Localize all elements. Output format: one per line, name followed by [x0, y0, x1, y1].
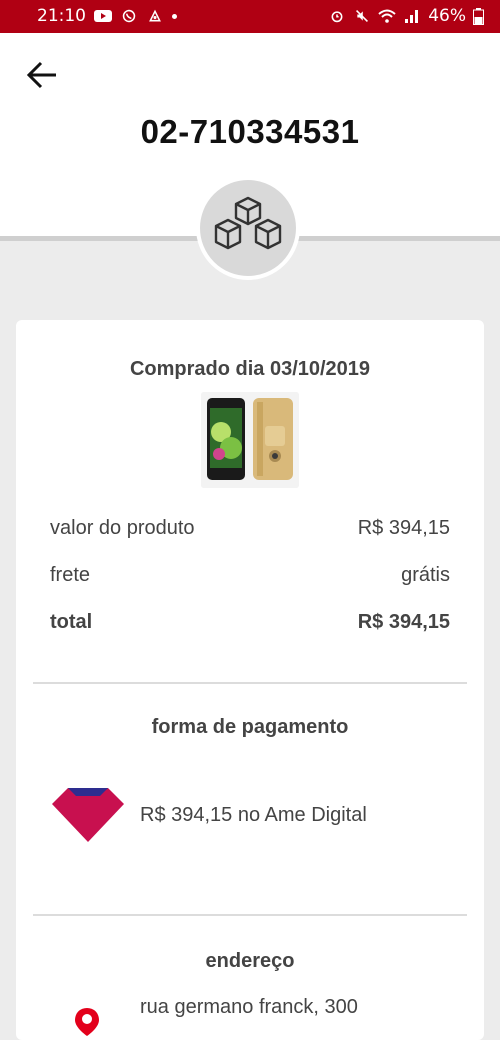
total-value: R$ 394,15	[357, 611, 450, 633]
status-time: 21:10	[37, 6, 86, 26]
wifi-icon	[378, 9, 396, 23]
battery-percent: 46%	[428, 6, 466, 26]
whatsapp-icon	[122, 9, 136, 23]
shipping-value: grátis	[401, 564, 450, 586]
payment-description: R$ 394,15 no Ame Digital	[140, 804, 367, 826]
product-value-amount: R$ 394,15	[357, 517, 450, 539]
shipping-label: frete	[50, 564, 91, 586]
back-arrow-icon[interactable]	[22, 55, 62, 95]
purchase-date: Comprado dia 03/10/2019	[129, 358, 371, 380]
section-divider	[33, 914, 467, 916]
more-notifications-dot-icon	[172, 13, 177, 19]
boxes-icon	[214, 196, 282, 250]
section-divider	[33, 682, 467, 684]
order-number-title: 02-710334531	[140, 113, 360, 150]
location-pin-icon	[75, 1008, 99, 1036]
order-status-badge	[196, 176, 300, 280]
battery-icon	[473, 7, 484, 25]
mute-icon	[356, 10, 369, 22]
address-line: rua germano franck, 300	[140, 996, 358, 1018]
status-bar: 21:10 46%	[0, 0, 500, 33]
total-label: total	[50, 611, 93, 633]
ame-digital-logo-icon	[52, 788, 124, 842]
signal-icon	[405, 10, 419, 23]
product-value-label: valor do produto	[50, 517, 195, 539]
youtube-icon	[94, 10, 112, 22]
product-image	[201, 392, 299, 488]
address-title: endereço	[205, 950, 295, 972]
order-details-card: Comprado dia 03/10/2019 valor do produto…	[16, 320, 484, 1040]
status-bar-right: 46%	[328, 6, 484, 26]
payment-method-title: forma de pagamento	[151, 716, 349, 738]
notification-app-icon	[149, 9, 161, 22]
smartphone-product-image	[201, 392, 299, 488]
alarm-icon	[331, 11, 343, 23]
status-bar-left: 21:10	[37, 6, 177, 26]
